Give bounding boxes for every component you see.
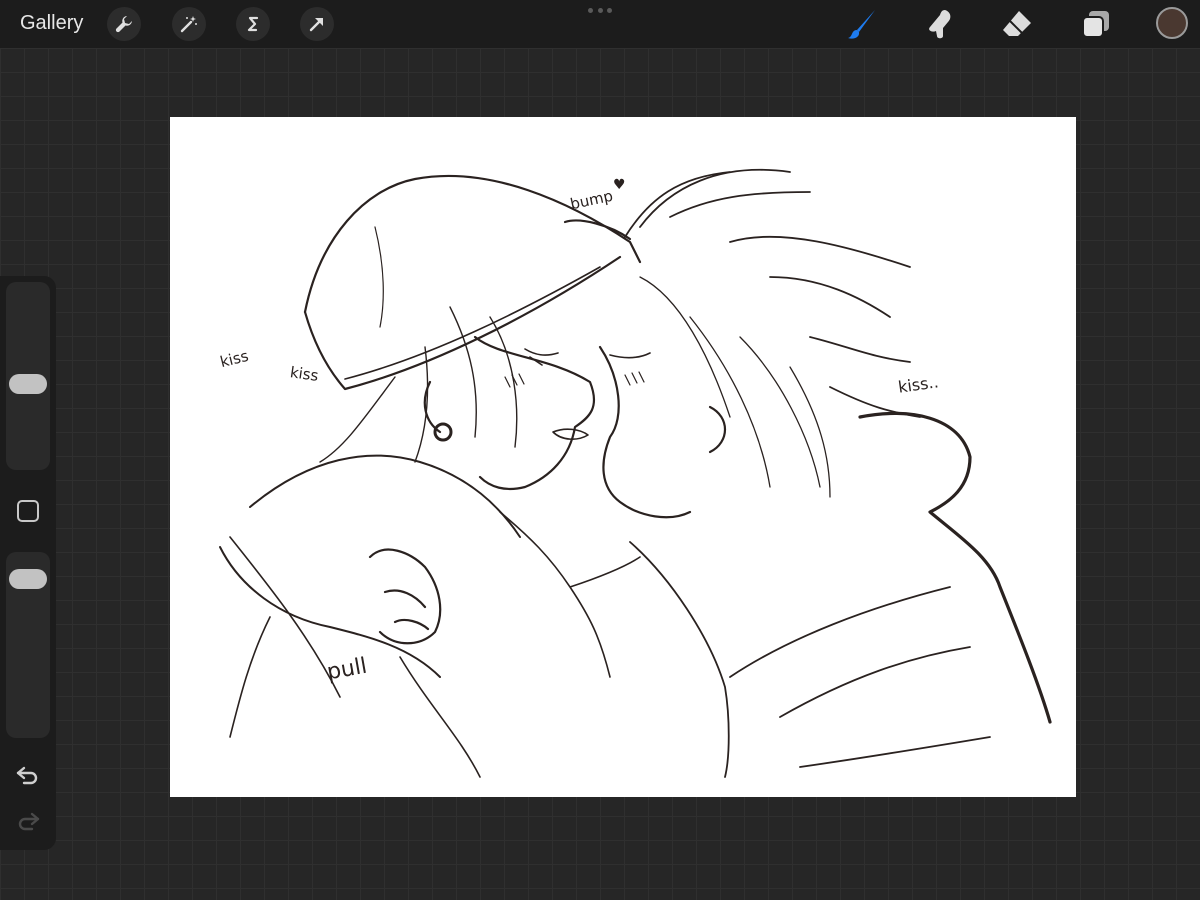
left-arm xyxy=(219,454,521,678)
earring xyxy=(433,422,453,442)
redo-icon xyxy=(18,812,40,831)
drawing-canvas[interactable]: bump ♥ kiss kiss kiss.. pull xyxy=(170,117,1076,797)
grip-dot xyxy=(588,8,593,13)
smudge-icon xyxy=(929,10,951,39)
brush-size-slider[interactable] xyxy=(6,282,50,470)
right-eye xyxy=(609,352,651,359)
cap-brim xyxy=(303,255,622,391)
tongue xyxy=(552,428,589,440)
color-picker-swatch[interactable] xyxy=(1156,7,1188,39)
selection-s-icon xyxy=(247,16,259,32)
heart-icon: ♥ xyxy=(613,177,626,193)
brush-tool-button[interactable] xyxy=(845,6,881,42)
eraser-icon xyxy=(1003,11,1031,36)
hand xyxy=(368,548,442,645)
right-hair-spikes xyxy=(624,168,921,418)
opacity-slider[interactable] xyxy=(6,552,50,738)
top-toolbar: Gallery xyxy=(0,0,1200,48)
collar xyxy=(499,511,641,678)
magic-wand-icon xyxy=(180,16,197,33)
grip-dot xyxy=(597,8,603,13)
blush-right xyxy=(624,371,645,386)
sketch-artwork xyxy=(219,168,1052,778)
brush-size-handle[interactable] xyxy=(9,374,47,394)
transform-arrow-icon xyxy=(309,18,323,32)
brush-icon xyxy=(848,10,875,39)
layers-button[interactable] xyxy=(1078,6,1114,42)
layers-icon xyxy=(1082,11,1109,38)
hood xyxy=(858,411,1052,724)
annotation-kiss-2: kiss xyxy=(288,363,320,385)
right-hair-strands xyxy=(639,276,831,498)
right-ear xyxy=(708,405,726,454)
modify-square-icon[interactable] xyxy=(17,500,39,522)
grip-dot xyxy=(607,8,612,13)
actions-button[interactable] xyxy=(107,7,141,41)
transform-button[interactable] xyxy=(300,7,334,41)
redo-button[interactable] xyxy=(14,810,42,834)
eraser-tool-button[interactable] xyxy=(999,6,1035,42)
left-sidebar xyxy=(0,276,56,850)
undo-icon xyxy=(16,766,38,785)
smudge-tool-button[interactable] xyxy=(921,6,957,42)
wrench-icon xyxy=(115,16,132,33)
cap-seam xyxy=(374,226,384,328)
adjustments-button[interactable] xyxy=(172,7,206,41)
undo-button[interactable] xyxy=(14,764,42,788)
toolbar-grip[interactable] xyxy=(588,8,612,14)
right-coat xyxy=(629,541,991,778)
opacity-handle[interactable] xyxy=(9,568,47,589)
right-face xyxy=(598,345,692,519)
selection-button[interactable] xyxy=(236,7,270,41)
left-hair xyxy=(319,306,518,463)
gallery-button[interactable]: Gallery xyxy=(20,12,83,35)
